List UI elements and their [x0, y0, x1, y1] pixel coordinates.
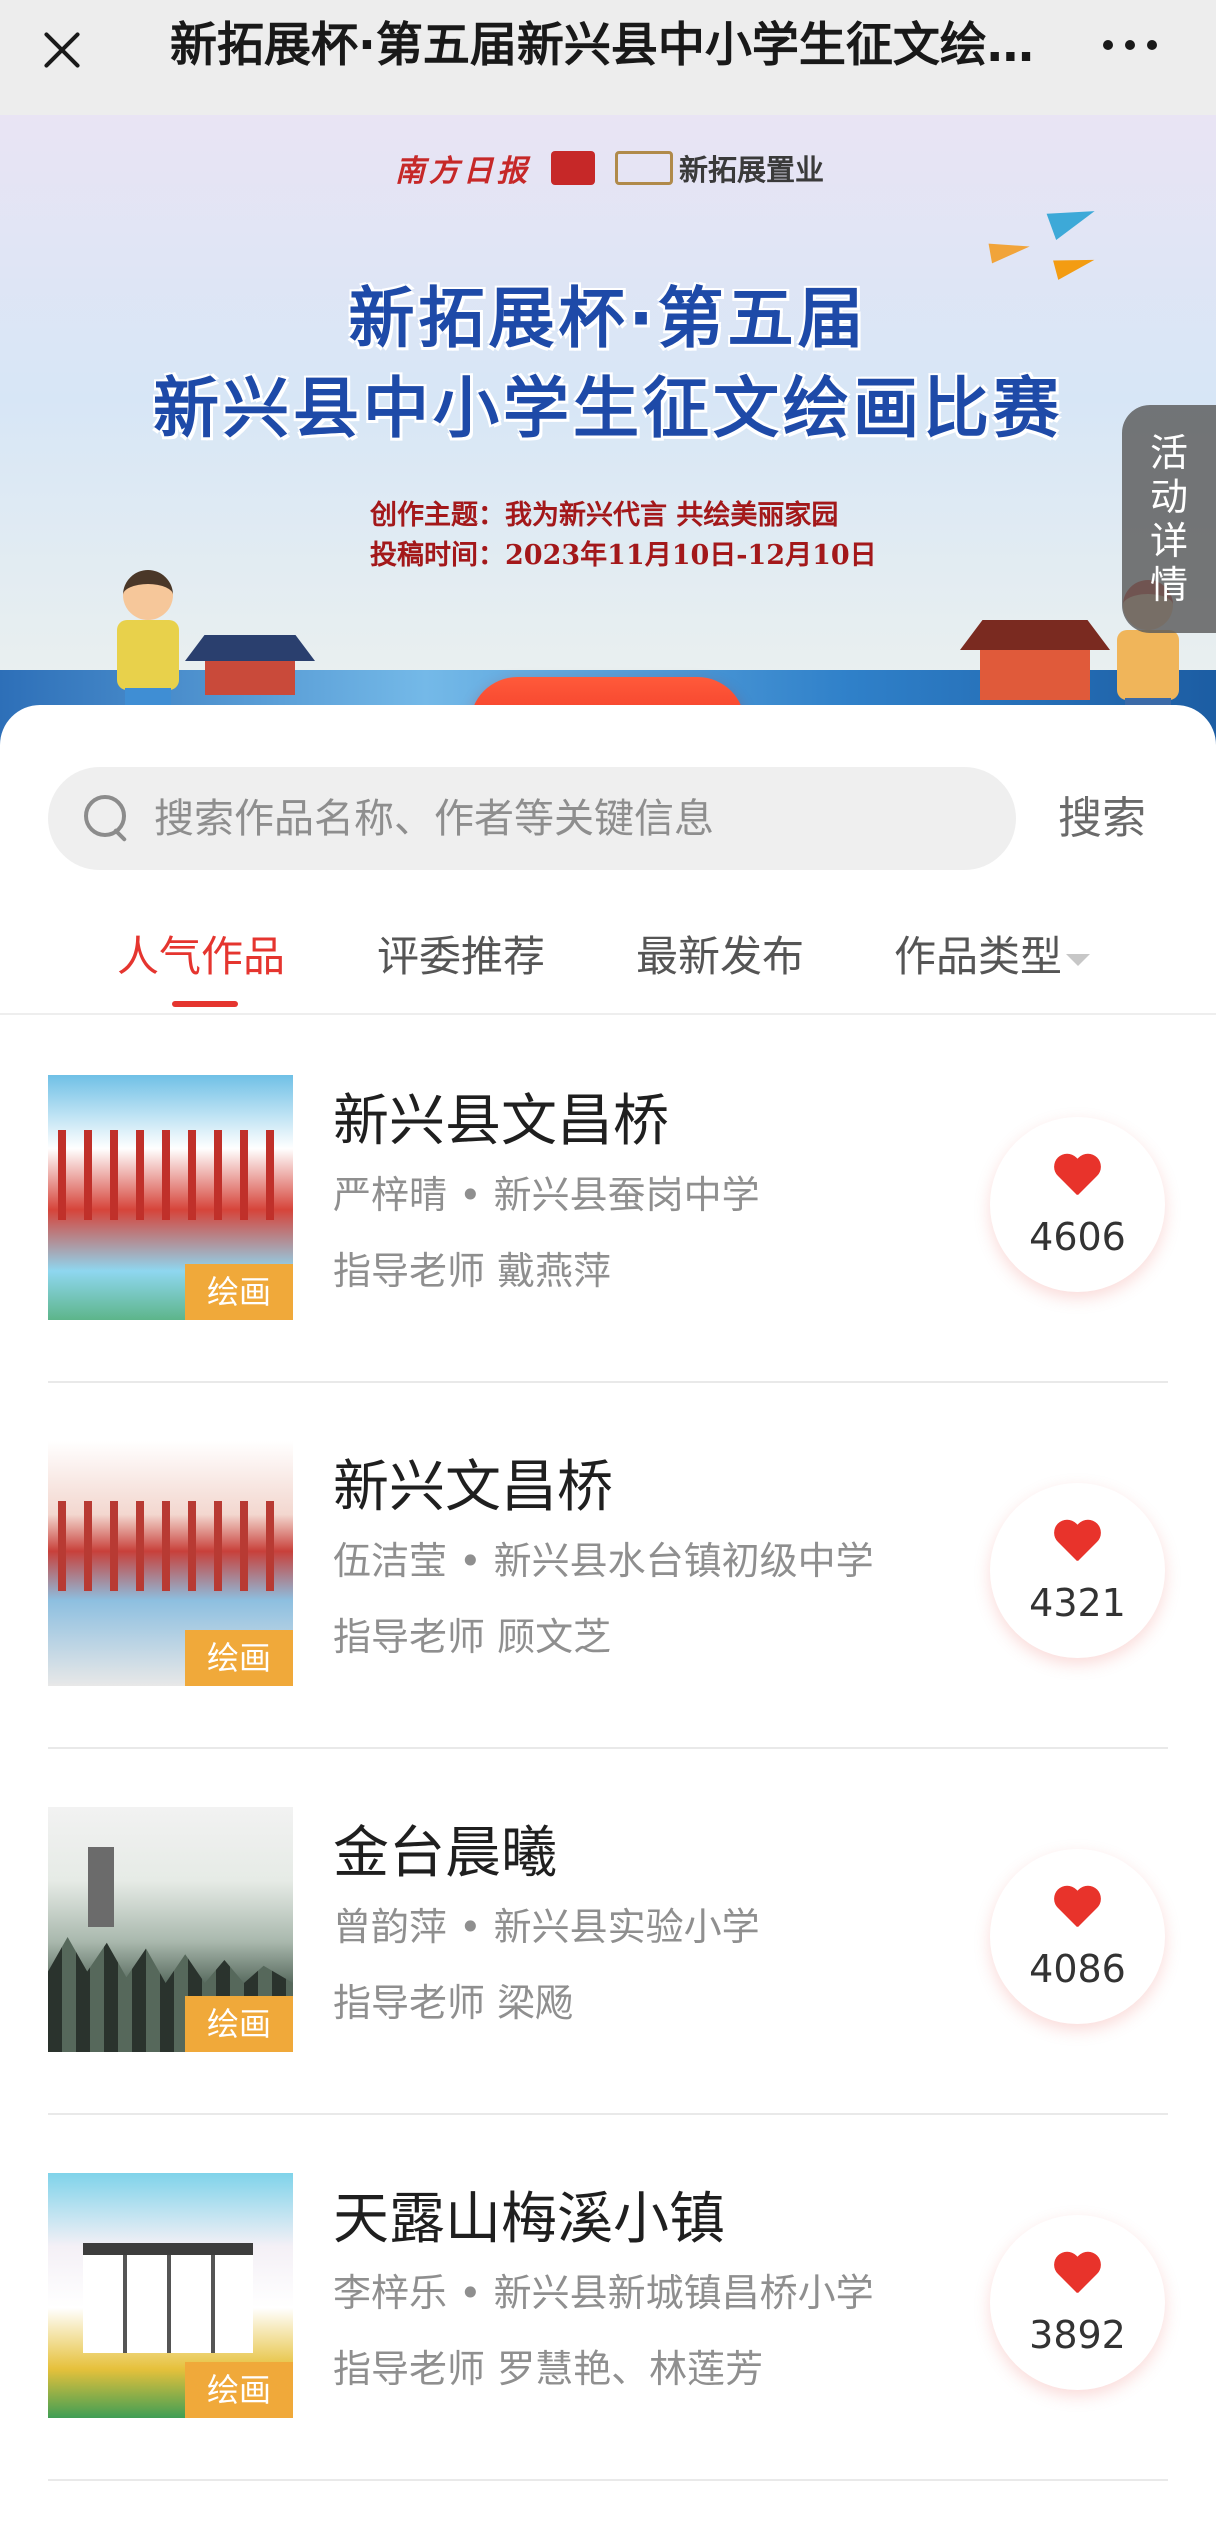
like-button[interactable]: 4606 — [990, 1117, 1165, 1292]
nanfang-daily-logo: 南方日报 — [395, 154, 531, 189]
sponsor-logos: 南方日报 新拓展置业 — [395, 143, 845, 193]
works-panel: 搜索 人气作品 评委推荐 最新发布 作品类型 绘画 新兴县文昌桥 严梓晴 • 新… — [0, 705, 1216, 2539]
banner-theme: 创作主题：我为新兴代言 共绘美丽家园 — [370, 500, 839, 531]
like-button[interactable]: 4086 — [990, 1849, 1165, 2024]
like-button[interactable]: 4321 — [990, 1483, 1165, 1658]
child-with-telescope-illustration — [105, 570, 190, 720]
like-count: 4606 — [1029, 1215, 1126, 1259]
category-badge: 绘画 — [185, 1264, 293, 1320]
tab-work-type-label: 作品类型 — [894, 932, 1063, 981]
xintuozhan-logo: 新拓展置业 — [615, 147, 824, 189]
work-author: 严梓晴 • 新兴县蚕岗中学 — [333, 1173, 760, 1217]
pavilion-illustration — [185, 635, 315, 695]
work-title: 新兴文昌桥 — [333, 1455, 613, 1520]
tab-judges-pick[interactable]: 评委推荐 — [377, 927, 545, 999]
activity-details-char: 详 — [1149, 519, 1188, 563]
work-title: 天露山梅溪小镇 — [333, 2187, 725, 2252]
active-tab-indicator — [172, 1001, 238, 1007]
work-author: 李梓乐 • 新兴县新城镇昌桥小学 — [333, 2271, 874, 2315]
heart-icon — [1052, 1521, 1102, 1567]
contest-banner: 南方日报 新拓展置业 新拓展杯·第五届 新兴县中小学生征文绘画比赛 创作主题：我… — [0, 115, 1216, 745]
like-count: 4321 — [1029, 1581, 1126, 1625]
page-title: 新拓展杯·第五届新兴县中小学生征文绘画比赛 — [170, 18, 1050, 73]
activity-details-char: 动 — [1149, 475, 1188, 519]
work-teacher: 指导老师 罗慧艳、林莲芳 — [333, 2347, 764, 2391]
paper-plane-icon — [1046, 197, 1100, 241]
filter-tabs: 人气作品 评委推荐 最新发布 作品类型 — [0, 927, 1216, 1015]
work-item[interactable]: 绘画 新兴文昌桥 伍洁莹 • 新兴县水台镇初级中学 指导老师 顾文芝 4321 — [0, 1383, 1216, 1749]
pavilion-illustration — [960, 620, 1110, 700]
like-count: 3892 — [1029, 2313, 1126, 2357]
tab-popular[interactable]: 人气作品 — [117, 927, 285, 999]
work-thumbnail[interactable]: 绘画 — [48, 1807, 293, 2052]
work-item[interactable]: 绘画 新兴县文昌桥 严梓晴 • 新兴县蚕岗中学 指导老师 戴燕萍 4606 — [0, 1017, 1216, 1383]
close-icon[interactable] — [30, 18, 94, 82]
work-item[interactable]: 绘画 金台晨曦 曾韵萍 • 新兴县实验小学 指导老师 梁飏 4086 — [0, 1749, 1216, 2115]
activity-details-char: 活 — [1149, 431, 1188, 475]
work-author: 曾韵萍 • 新兴县实验小学 — [333, 1905, 760, 1949]
nanfang-plus-logo — [551, 151, 595, 185]
activity-details-button[interactable]: 活 动 详 情 — [1122, 405, 1216, 633]
search-icon — [84, 795, 132, 843]
banner-deadline: 投稿时间：2023年11月10日-12月10日 — [370, 540, 877, 571]
caret-down-icon — [1066, 953, 1091, 966]
work-title: 金台晨曦 — [333, 1821, 557, 1886]
heart-icon — [1052, 2253, 1102, 2299]
paper-plane-icon — [988, 236, 1032, 264]
category-badge: 绘画 — [185, 1996, 293, 2052]
banner-title-line1: 新拓展杯·第五届 — [348, 280, 868, 357]
top-nav-bar: 新拓展杯·第五届新兴县中小学生征文绘画比赛 — [0, 0, 1216, 115]
banner-title-line2: 新兴县中小学生征文绘画比赛 — [153, 370, 1063, 447]
work-teacher: 指导老师 梁飏 — [333, 1981, 574, 2025]
divider — [48, 2479, 1168, 2481]
like-count: 4086 — [1029, 1947, 1126, 1991]
work-thumbnail[interactable]: 绘画 — [48, 2173, 293, 2418]
work-thumbnail[interactable]: 绘画 — [48, 1441, 293, 1686]
work-teacher: 指导老师 戴燕萍 — [333, 1249, 612, 1293]
more-dots-icon[interactable] — [1095, 30, 1165, 60]
search-bar[interactable] — [48, 767, 1016, 870]
work-author: 伍洁莹 • 新兴县水台镇初级中学 — [333, 1539, 874, 1583]
search-button[interactable]: 搜索 — [1058, 789, 1188, 849]
work-title: 新兴县文昌桥 — [333, 1089, 669, 1154]
tab-work-type[interactable]: 作品类型 — [894, 927, 1091, 999]
work-item[interactable]: 绘画 天露山梅溪小镇 李梓乐 • 新兴县新城镇昌桥小学 指导老师 罗慧艳、林莲芳… — [0, 2115, 1216, 2481]
search-input[interactable] — [154, 789, 994, 849]
like-button[interactable]: 3892 — [990, 2215, 1165, 2390]
heart-icon — [1052, 1887, 1102, 1933]
category-badge: 绘画 — [185, 2362, 293, 2418]
work-teacher: 指导老师 顾文芝 — [333, 1615, 612, 1659]
work-thumbnail[interactable]: 绘画 — [48, 1075, 293, 1320]
tab-latest[interactable]: 最新发布 — [636, 927, 804, 999]
category-badge: 绘画 — [185, 1630, 293, 1686]
activity-details-char: 情 — [1149, 563, 1188, 607]
xintuozhan-logo-text: 新拓展置业 — [679, 153, 825, 187]
xintuozhan-mark-icon — [615, 151, 673, 185]
heart-icon — [1052, 1155, 1102, 1201]
